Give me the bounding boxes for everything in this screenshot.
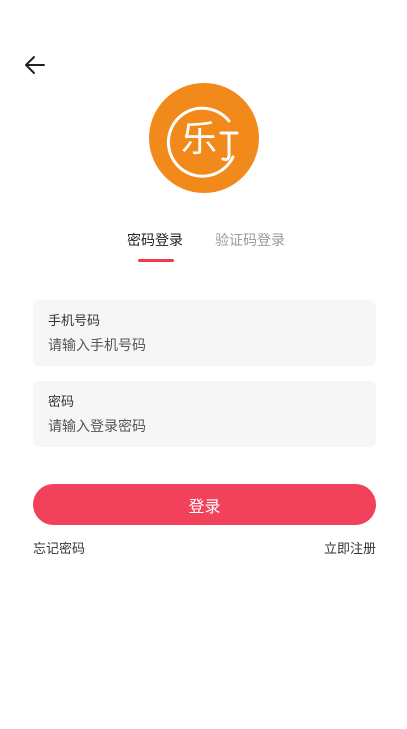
phone-field: 手机号码 [33, 300, 376, 366]
tab-password-login[interactable]: 密码登录 [127, 230, 183, 250]
arrow-left-icon [25, 56, 45, 74]
logo-text: 乐 [181, 119, 217, 160]
phone-input[interactable] [48, 334, 358, 358]
le-brand-logo-icon: 乐 [166, 106, 239, 178]
forgot-password-link[interactable]: 忘记密码 [33, 538, 85, 557]
back-button[interactable] [20, 50, 50, 80]
password-input[interactable] [48, 415, 358, 439]
app-logo: 乐 [149, 83, 259, 193]
tab-code-login[interactable]: 验证码登录 [215, 230, 285, 250]
password-field: 密码 [33, 381, 376, 447]
login-tabs: 密码登录 验证码登录 [0, 230, 407, 270]
password-label: 密码 [48, 395, 75, 410]
active-tab-indicator [138, 259, 174, 262]
login-button[interactable]: 登录 [33, 484, 376, 525]
register-link[interactable]: 立即注册 [324, 538, 376, 557]
phone-label: 手机号码 [48, 314, 101, 329]
